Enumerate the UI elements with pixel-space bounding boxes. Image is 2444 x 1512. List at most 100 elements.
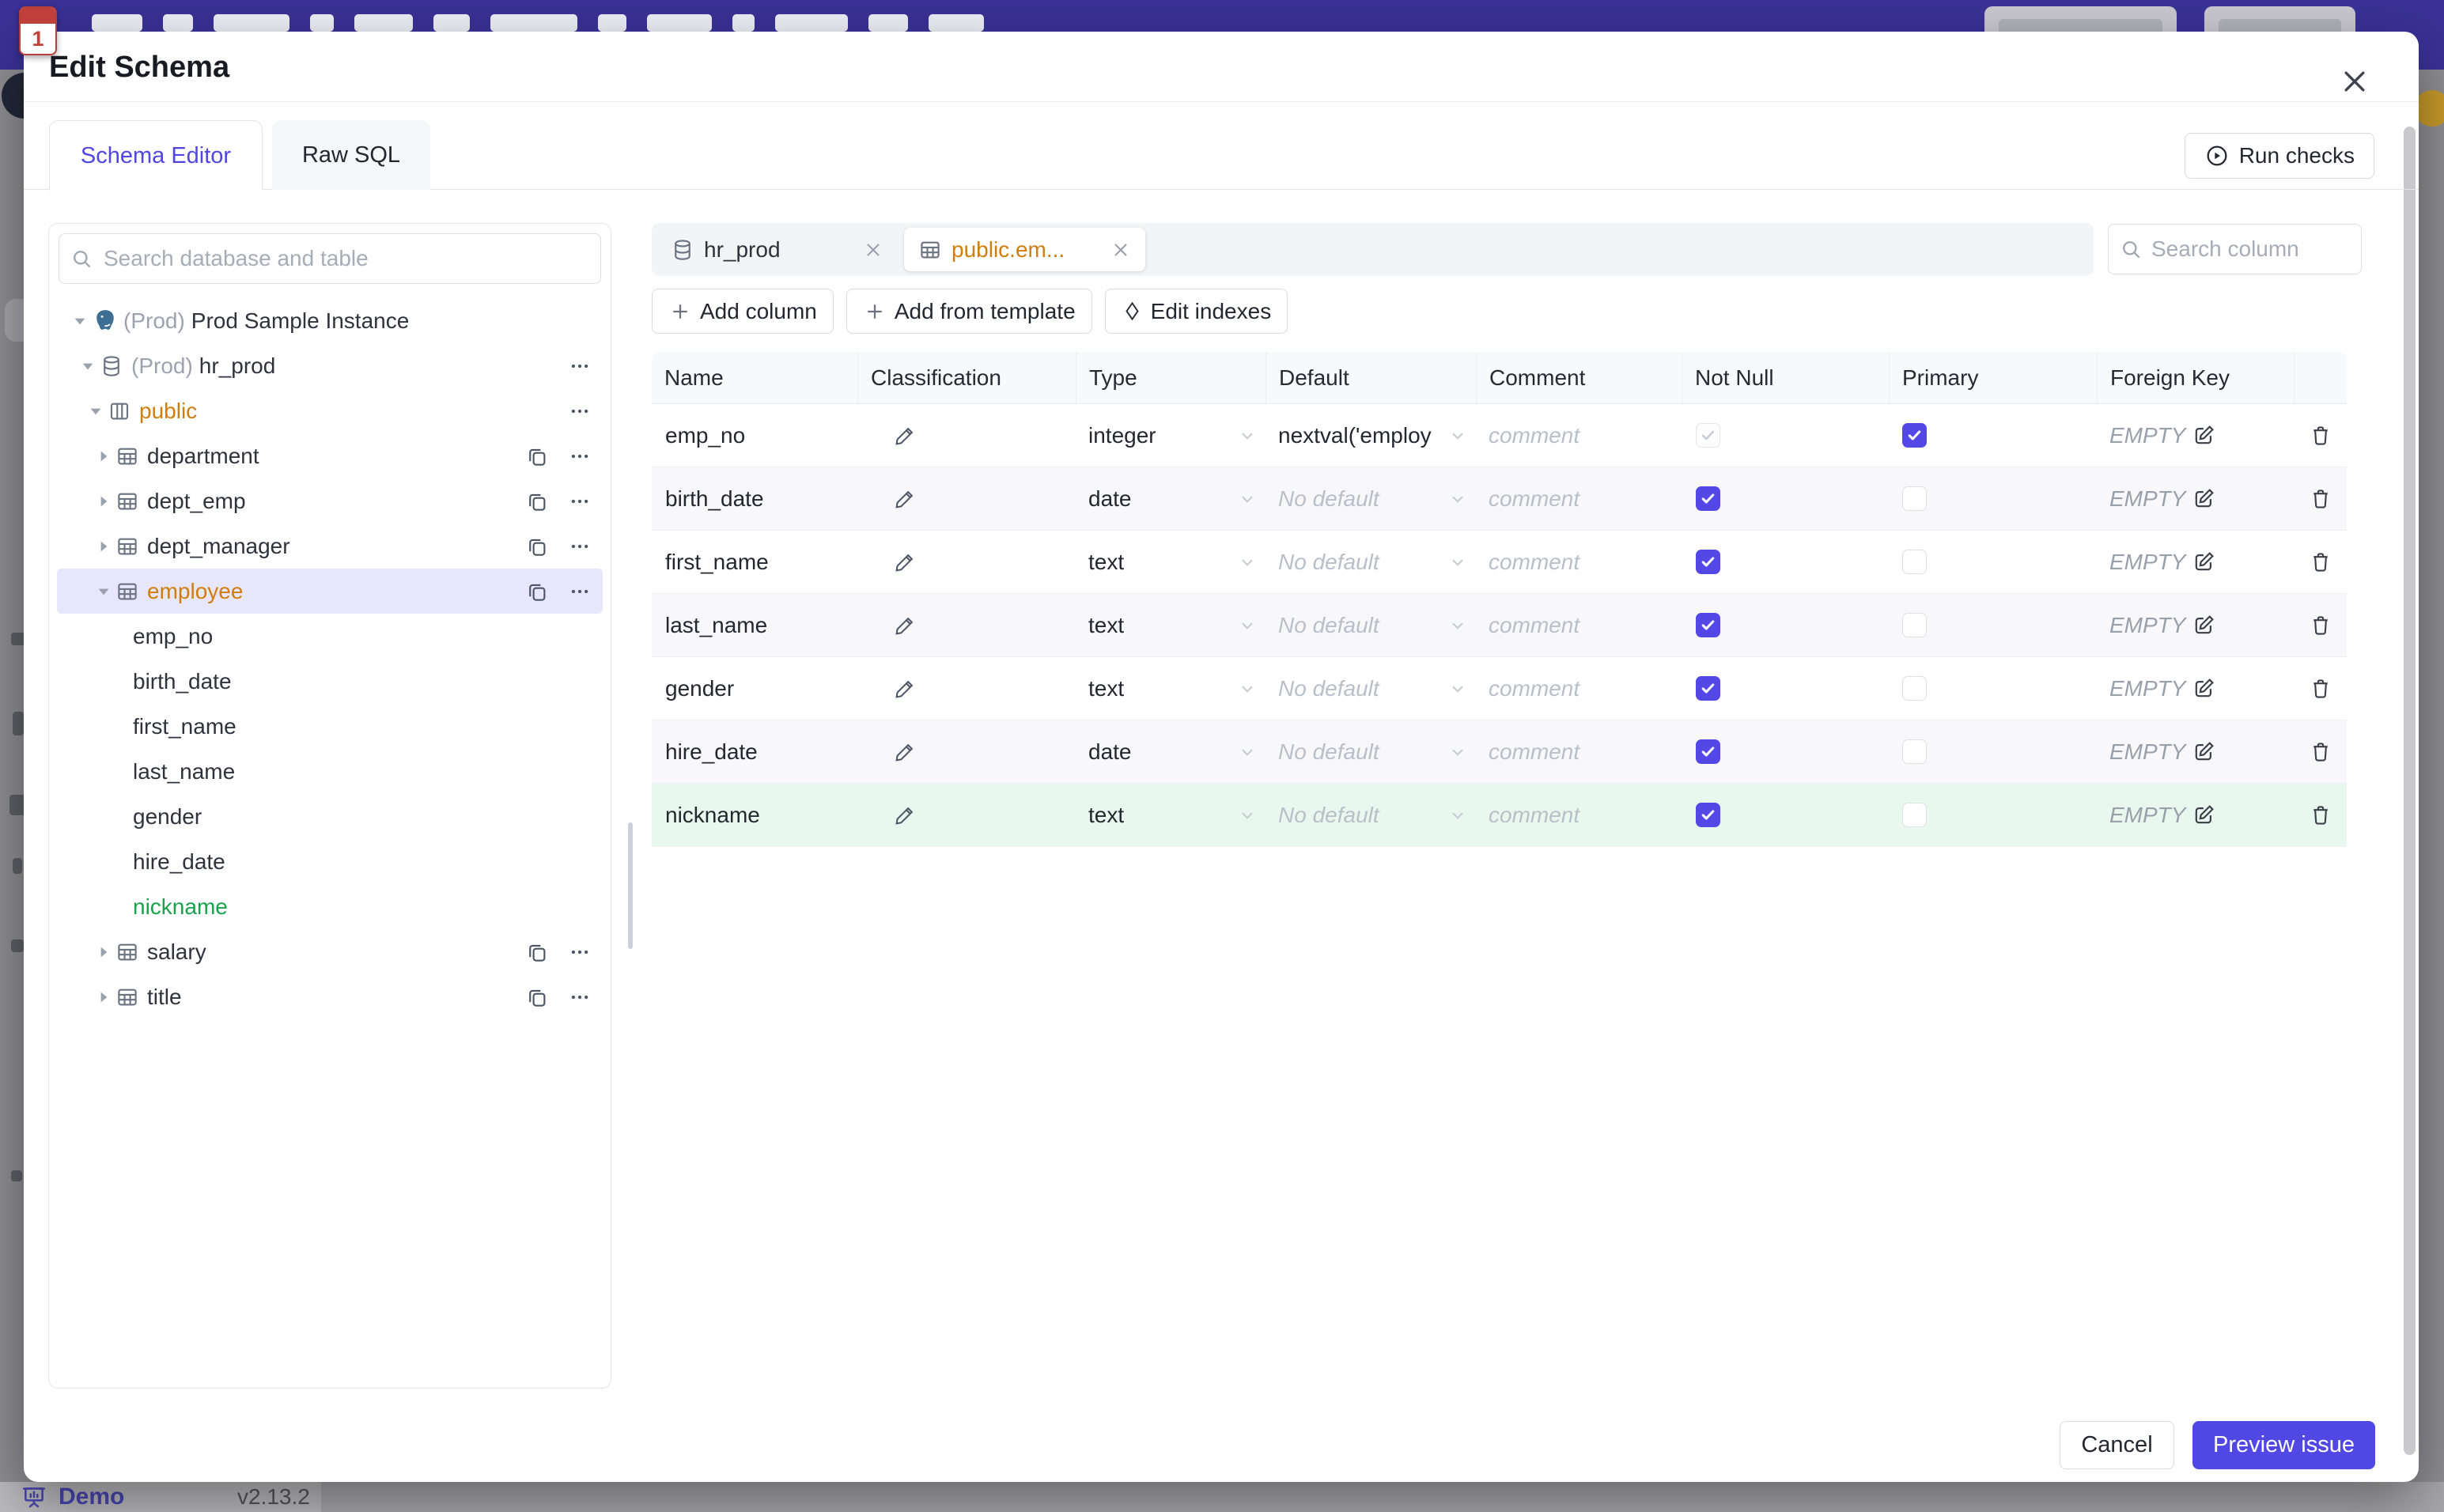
copy-icon[interactable] — [525, 580, 549, 603]
edit-foreign-key-icon[interactable] — [2192, 423, 2216, 448]
close-icon[interactable] — [2335, 62, 2374, 101]
default-select[interactable]: No default — [1266, 720, 1476, 783]
not-null-checkbox[interactable] — [1696, 739, 1720, 764]
not-null-checkbox[interactable] — [1696, 613, 1720, 637]
type-select[interactable]: text — [1076, 784, 1266, 846]
tab-schema-editor[interactable]: Schema Editor — [49, 120, 263, 191]
tab-raw-sql[interactable]: Raw SQL — [272, 120, 430, 190]
default-select[interactable]: No default — [1266, 467, 1476, 530]
not-null-checkbox[interactable] — [1696, 676, 1720, 701]
chevron-right-icon[interactable] — [92, 493, 115, 509]
more-icon[interactable] — [568, 490, 592, 513]
preview-issue-button[interactable]: Preview issue — [2192, 1421, 2375, 1469]
not-null-checkbox[interactable] — [1696, 486, 1720, 511]
tree-item-dept_manager[interactable]: dept_manager — [57, 524, 603, 569]
pencil-icon[interactable] — [893, 550, 917, 574]
cancel-button[interactable]: Cancel — [2060, 1421, 2174, 1469]
default-select[interactable]: No default — [1266, 784, 1476, 846]
primary-checkbox[interactable] — [1902, 550, 1927, 574]
type-select[interactable]: text — [1076, 657, 1266, 720]
not-null-checkbox[interactable] — [1696, 803, 1720, 827]
more-icon[interactable] — [568, 444, 592, 468]
editor-tab-hr_prod[interactable]: hr_prod — [656, 228, 898, 271]
tree-item-dept_emp[interactable]: dept_emp — [57, 478, 603, 524]
more-icon[interactable] — [568, 940, 592, 964]
tree-scrollbar[interactable] — [628, 822, 633, 949]
trash-icon[interactable] — [2309, 740, 2332, 764]
more-icon[interactable] — [568, 399, 592, 423]
comment-input[interactable]: comment — [1476, 404, 1682, 467]
tree-item-birth_date[interactable]: birth_date — [57, 659, 603, 704]
default-select[interactable]: nextval('employ — [1266, 404, 1476, 467]
chevron-right-icon[interactable] — [92, 448, 115, 464]
tree-item-public[interactable]: public — [57, 388, 603, 433]
pencil-icon[interactable] — [893, 677, 917, 701]
copy-icon[interactable] — [525, 444, 549, 468]
tree-item-salary[interactable]: salary — [57, 929, 603, 974]
comment-input[interactable]: comment — [1476, 531, 1682, 593]
chevron-down-icon[interactable] — [92, 584, 115, 599]
tree-item-title[interactable]: title — [57, 974, 603, 1019]
tree-item-gender[interactable]: gender — [57, 794, 603, 839]
edit-foreign-key-icon[interactable] — [2192, 486, 2216, 511]
copy-icon[interactable] — [525, 985, 549, 1009]
add-column-button[interactable]: Add column — [652, 289, 834, 334]
close-tab-icon[interactable] — [863, 240, 883, 260]
tree-item-emp_no[interactable]: emp_no — [57, 614, 603, 659]
trash-icon[interactable] — [2309, 677, 2332, 701]
tree-item-prod-sample-instance[interactable]: (Prod) Prod Sample Instance — [57, 298, 603, 343]
close-tab-icon[interactable] — [1110, 240, 1131, 260]
tree-item-last_name[interactable]: last_name — [57, 749, 603, 794]
tree-item-department[interactable]: department — [57, 433, 603, 478]
chevron-down-icon[interactable] — [84, 403, 108, 419]
tree-item-nickname[interactable]: nickname — [57, 884, 603, 929]
copy-icon[interactable] — [525, 535, 549, 558]
edit-indexes-button[interactable]: Edit indexes — [1104, 289, 1288, 334]
chevron-right-icon[interactable] — [92, 944, 115, 960]
chevron-right-icon[interactable] — [92, 989, 115, 1005]
pencil-icon[interactable] — [893, 614, 917, 637]
more-icon[interactable] — [568, 535, 592, 558]
default-select[interactable]: No default — [1266, 531, 1476, 593]
chevron-down-icon[interactable] — [68, 313, 92, 329]
copy-icon[interactable] — [525, 940, 549, 964]
edit-foreign-key-icon[interactable] — [2192, 739, 2216, 764]
tree-item-employee[interactable]: employee — [57, 569, 603, 614]
tree-item-first_name[interactable]: first_name — [57, 704, 603, 749]
chevron-right-icon[interactable] — [92, 539, 115, 554]
trash-icon[interactable] — [2309, 803, 2332, 827]
type-select[interactable]: date — [1076, 720, 1266, 783]
add-from-template-button[interactable]: Add from template — [846, 289, 1092, 334]
type-select[interactable]: text — [1076, 594, 1266, 656]
pencil-icon[interactable] — [893, 424, 917, 448]
type-select[interactable]: integer — [1076, 404, 1266, 467]
primary-checkbox[interactable] — [1902, 803, 1927, 827]
tree-item-hire_date[interactable]: hire_date — [57, 839, 603, 884]
trash-icon[interactable] — [2309, 550, 2332, 574]
not-null-checkbox[interactable] — [1696, 550, 1720, 574]
trash-icon[interactable] — [2309, 487, 2332, 511]
comment-input[interactable]: comment — [1476, 467, 1682, 530]
edit-foreign-key-icon[interactable] — [2192, 550, 2216, 574]
chevron-down-icon[interactable] — [76, 358, 100, 374]
dialog-scrollbar[interactable] — [2404, 127, 2416, 1455]
more-icon[interactable] — [568, 354, 592, 378]
type-select[interactable]: date — [1076, 467, 1266, 530]
primary-checkbox[interactable] — [1902, 613, 1927, 637]
more-icon[interactable] — [568, 985, 592, 1009]
default-select[interactable]: No default — [1266, 657, 1476, 720]
primary-checkbox[interactable] — [1902, 423, 1927, 448]
comment-input[interactable]: comment — [1476, 784, 1682, 846]
comment-input[interactable]: comment — [1476, 657, 1682, 720]
edit-foreign-key-icon[interactable] — [2192, 676, 2216, 701]
tree-item-hr_prod[interactable]: (Prod) hr_prod — [57, 343, 603, 388]
pencil-icon[interactable] — [893, 487, 917, 511]
primary-checkbox[interactable] — [1902, 486, 1927, 511]
pencil-icon[interactable] — [893, 803, 917, 827]
default-select[interactable]: No default — [1266, 594, 1476, 656]
search-database-input[interactable] — [102, 245, 589, 272]
comment-input[interactable]: comment — [1476, 594, 1682, 656]
edit-foreign-key-icon[interactable] — [2192, 613, 2216, 637]
more-icon[interactable] — [568, 580, 592, 603]
search-column-input[interactable] — [2150, 236, 2350, 263]
